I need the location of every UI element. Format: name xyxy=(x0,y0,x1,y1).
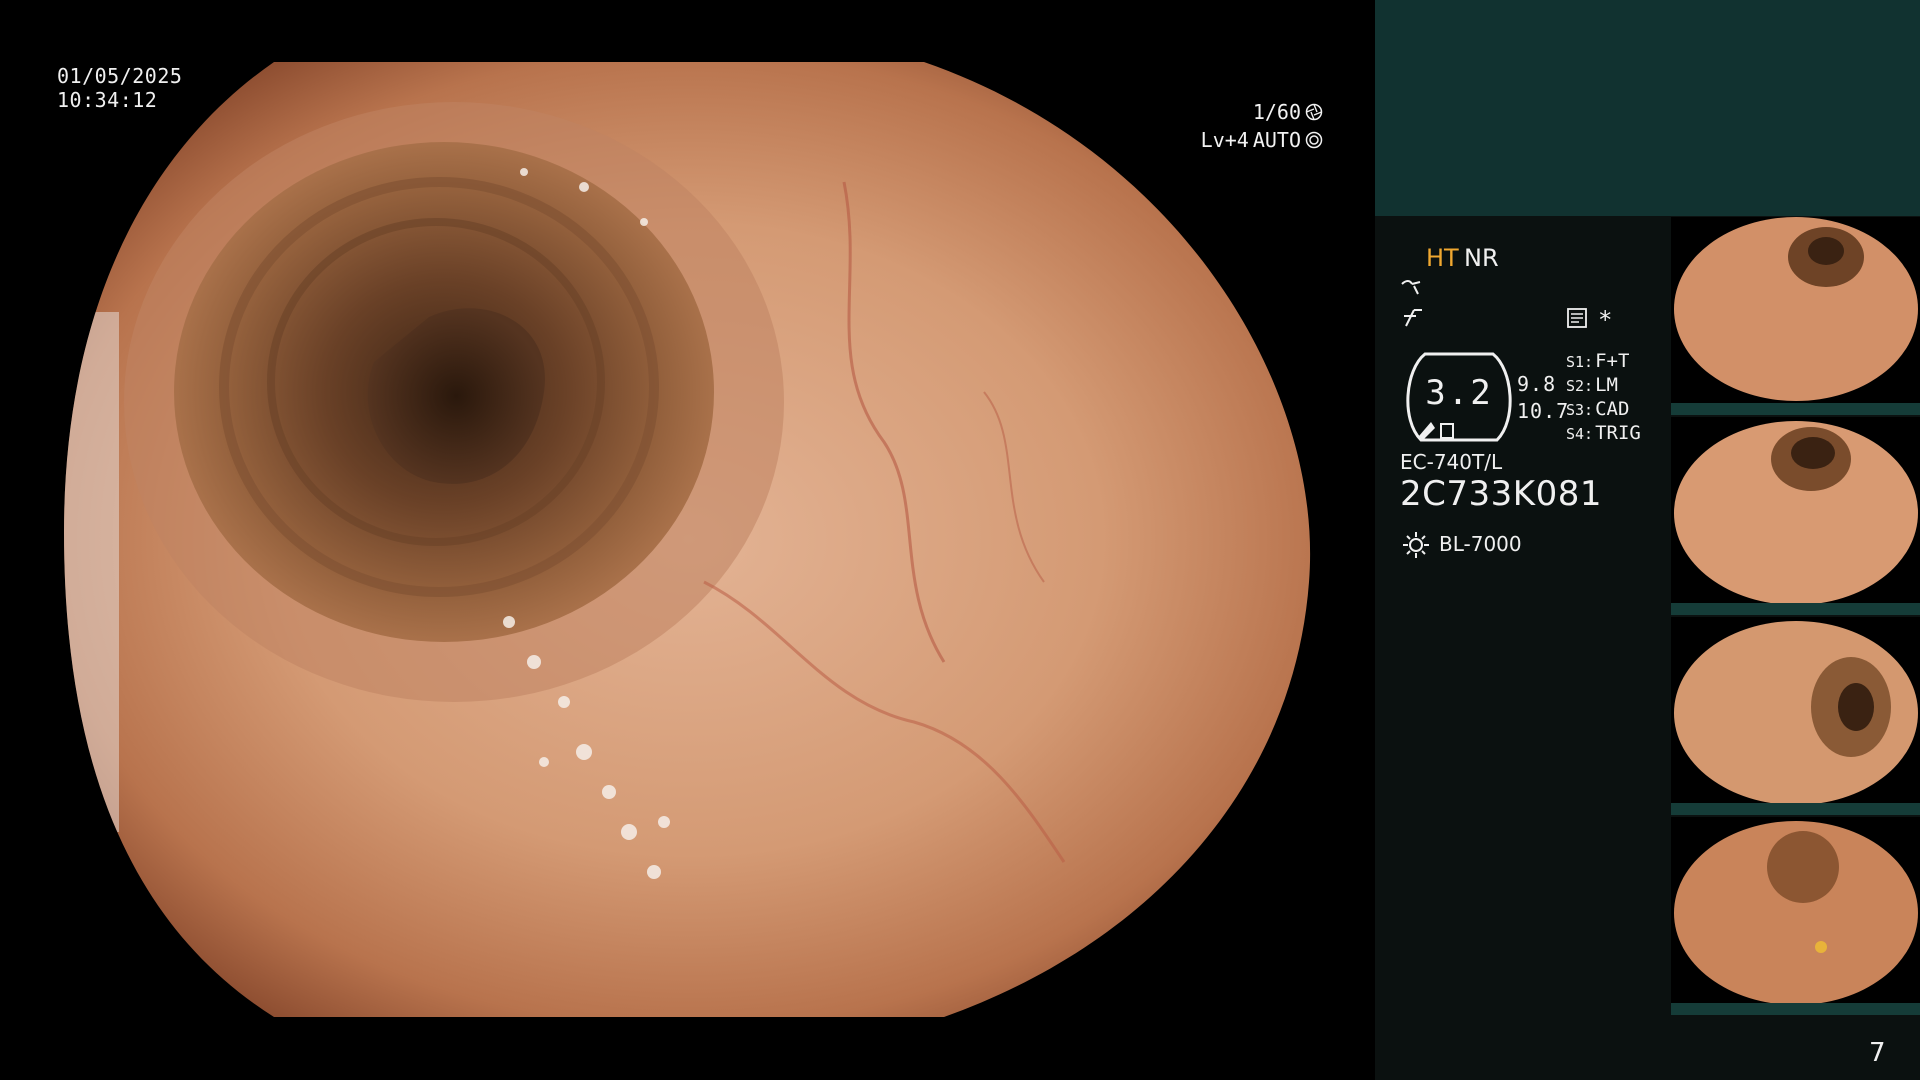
thumbnail-3[interactable] xyxy=(1671,617,1920,815)
iris-mode: AUTO xyxy=(1252,128,1301,152)
camera-settings: 1/60 Lv+4 AUTO xyxy=(1201,98,1323,154)
switch-3-key: S3: xyxy=(1566,401,1594,419)
thumbnail-4-strip xyxy=(1671,1003,1920,1015)
main-endoscope-view: 01/05/2025 10:34:12 1/60 Lv+4 AUTO xyxy=(0,0,1375,1080)
switch-3-value: CAD xyxy=(1595,398,1630,420)
scope-serial: 2C733K081 xyxy=(1400,474,1602,514)
light-source-icon xyxy=(1401,530,1431,560)
thumbnail-1-strip xyxy=(1671,403,1920,415)
switch-4-key: S4: xyxy=(1566,425,1594,443)
structure-enhance-icon xyxy=(1400,276,1426,298)
colon-lumen-image xyxy=(64,62,1314,1017)
thumbnail-2-strip xyxy=(1671,603,1920,615)
nr-indicator: NR xyxy=(1464,244,1499,272)
page-number: 7 xyxy=(1869,1038,1886,1068)
switch-1-key: S1: xyxy=(1566,353,1594,371)
thumbnail-1[interactable] xyxy=(1671,217,1920,415)
shutter-speed: 1/60 xyxy=(1252,100,1301,124)
light-source-model: BL-7000 xyxy=(1439,532,1522,556)
memo-icon xyxy=(1565,306,1589,330)
ht-indicator: HT xyxy=(1426,244,1459,272)
gauge-right-value-1: 9.8 xyxy=(1517,372,1557,396)
magnification-value: 3.2 xyxy=(1425,373,1493,413)
scope-model: EC-740T/L xyxy=(1400,450,1503,474)
switch-1: S1: F+T xyxy=(1566,350,1629,372)
switch-1-value: F+T xyxy=(1595,350,1630,372)
thumbnail-3-strip xyxy=(1671,803,1920,815)
switch-2-value: LM xyxy=(1595,374,1618,396)
switch-3: S3: CAD xyxy=(1566,398,1629,420)
shutter-row: 1/60 xyxy=(1201,98,1323,126)
thumbnail-2[interactable] xyxy=(1671,417,1920,615)
iris-icon xyxy=(1305,131,1323,149)
gauge-right-value-2: 10.7 xyxy=(1517,399,1570,423)
switch-2: S2: LM xyxy=(1566,374,1618,396)
contrast-icon xyxy=(1400,306,1426,328)
aperture-icon xyxy=(1305,103,1323,121)
switch-4: S4: TRIG xyxy=(1566,422,1641,444)
exam-time: 10:34:12 xyxy=(57,88,158,112)
asterisk-marker: * xyxy=(1598,306,1613,334)
thumbnail-4[interactable] xyxy=(1671,817,1920,1015)
iris-row: Lv+4 AUTO xyxy=(1201,126,1323,154)
exam-date: 01/05/2025 xyxy=(57,64,183,88)
endoscopy-screen: 01/05/2025 10:34:12 1/60 Lv+4 AUTO HT NR xyxy=(0,0,1920,1080)
brightness-level: Lv+4 xyxy=(1200,128,1249,152)
switch-2-key: S2: xyxy=(1566,377,1594,395)
switch-4-value: TRIG xyxy=(1595,422,1641,444)
panel-header xyxy=(1375,0,1920,216)
